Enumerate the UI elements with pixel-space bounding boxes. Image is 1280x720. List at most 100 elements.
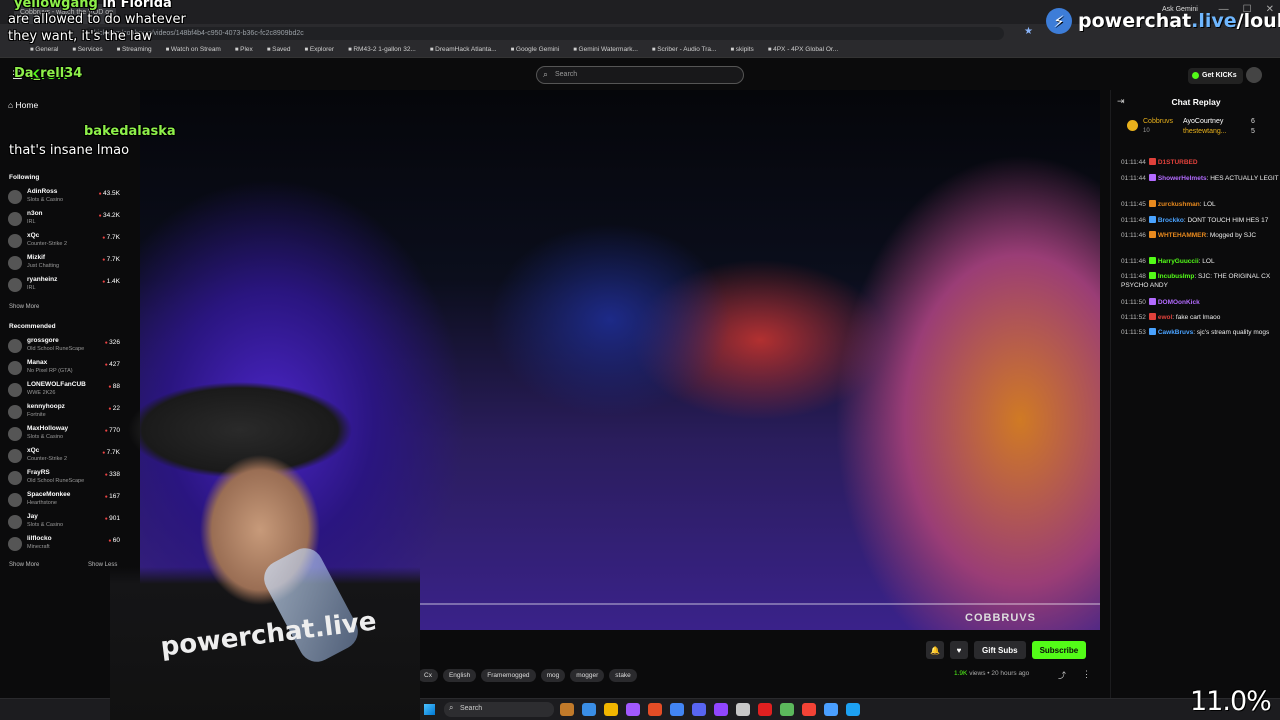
message-username[interactable]: CawkBruvs <box>1158 329 1193 336</box>
chat-message: 01:11:53 CawkBruvs: sjc's stream quality … <box>1121 328 1279 337</box>
channel-category: IRL <box>27 285 36 291</box>
sidebar-channel-row[interactable]: MaxHollowaySlots & Casino770 <box>8 424 122 446</box>
channel-category: Old School RuneScape <box>27 478 85 484</box>
message-username[interactable]: Brockko <box>1158 217 1184 224</box>
message-username[interactable]: ShowerHelmets <box>1158 175 1207 182</box>
viewer-count: 326 <box>105 339 120 346</box>
viewer-count: 34.2K <box>99 212 120 219</box>
show-more-recommended-button[interactable]: Show More <box>9 562 39 568</box>
taskbar-app-icon[interactable] <box>692 703 706 716</box>
tag-list: Cx English Framemogged mog mogger stake <box>418 669 637 682</box>
url-field[interactable]: kick.com/cobbruvs/videos/148bf4b4-c950-4… <box>84 27 1004 40</box>
taskbar-app-icon[interactable] <box>758 703 772 716</box>
sidebar-channel-row[interactable]: kennyhoopzFortnite22 <box>8 402 122 424</box>
taskbar-search[interactable]: Search <box>444 702 554 717</box>
gifter-name[interactable]: AyoCourtney <box>1183 118 1223 125</box>
sidebar-channel-row[interactable]: SpaceMonkeeHearthstone167 <box>8 490 122 512</box>
tag-chip[interactable]: Framemogged <box>481 669 536 682</box>
taskbar-app-icon[interactable] <box>736 703 750 716</box>
search-input[interactable]: Search <box>536 66 744 84</box>
sidebar-channel-row[interactable]: xQcCounter-Strike 27.7K <box>8 231 122 253</box>
gift-subs-button[interactable]: Gift Subs <box>974 641 1026 659</box>
message-username[interactable]: IncubusImp <box>1158 273 1194 280</box>
bookmark-star-icon[interactable]: ★ <box>1024 26 1033 37</box>
bookmark-item[interactable]: DreamHack Atlanta... <box>430 46 496 53</box>
sidebar-channel-row[interactable]: xQcCounter-Strike 27.7K <box>8 446 122 468</box>
bookmark-item[interactable]: 4PX - 4PX Global Or... <box>768 46 838 53</box>
channel-name: LONEWOLFanCUB <box>27 381 86 388</box>
channel-name: grossgore <box>27 337 59 344</box>
taskbar-app-icon[interactable] <box>780 703 794 716</box>
taskbar-app-icon[interactable] <box>802 703 816 716</box>
bookmark-item[interactable]: General <box>30 46 58 53</box>
channel-avatar <box>8 471 22 485</box>
message-username[interactable]: DOMOonKick <box>1158 299 1200 306</box>
get-kicks-button[interactable]: Get KICKs <box>1188 68 1243 84</box>
gifter-name[interactable]: Cobbruvs <box>1127 118 1173 131</box>
sidebar-item-home[interactable]: Home <box>8 100 39 110</box>
sidebar-channel-row[interactable]: n3on IRL 34.2K <box>8 209 122 231</box>
chat-panel: ⇥ Chat Replay Cobbruvs 10 AyoCourtney 6 … <box>1110 90 1280 720</box>
bookmark-item[interactable]: Streaming <box>117 46 152 53</box>
bookmark-item[interactable]: RM43-2 1-gallon 32... <box>348 46 416 53</box>
tag-chip[interactable]: stake <box>609 669 637 682</box>
chat-message: 01:11:48 IncubusImp: SJC: THE ORIGINAL CX… <box>1121 272 1279 290</box>
overlay-chat-line: they want, it's the law <box>8 29 153 44</box>
avatar[interactable] <box>1246 67 1262 83</box>
message-timestamp: 01:11:50 <box>1121 299 1146 306</box>
screen: Cobbruvs - watch the VOD on — ☐ ✕ kick.c… <box>0 0 1280 720</box>
bookmark-item[interactable]: Plex <box>235 46 253 53</box>
tag-chip[interactable]: mog <box>540 669 566 682</box>
sidebar-channel-row[interactable]: grossgore Old School RuneScape 326 <box>8 336 122 358</box>
taskbar-app-icon[interactable] <box>670 703 684 716</box>
bookmark-item[interactable]: skipits <box>730 46 754 53</box>
taskbar-app-icon[interactable] <box>582 703 596 716</box>
message-username[interactable]: ewol <box>1158 314 1172 321</box>
sidebar-channel-row[interactable]: FrayRSOld School RuneScape338 <box>8 468 122 490</box>
bookmark-item[interactable]: Saved <box>267 46 290 53</box>
message-text: LOL <box>1203 201 1216 208</box>
windows-start-icon[interactable] <box>424 704 435 715</box>
message-timestamp: 01:11:44 <box>1121 175 1146 182</box>
message-username[interactable]: zurckushman <box>1158 201 1200 208</box>
taskbar-app-icon[interactable] <box>626 703 640 716</box>
message-username[interactable]: HarryGuuccii <box>1158 258 1199 265</box>
subscriber-badge-icon <box>1148 216 1156 223</box>
follow-heart-icon[interactable]: ♥ <box>950 641 968 659</box>
bookmark-item[interactable]: Explorer <box>305 46 334 53</box>
bookmark-item[interactable]: Google Gemini <box>511 46 559 53</box>
message-username[interactable]: D1STURBED <box>1158 159 1198 166</box>
message-text: DONT TOUCH HIM HES 17 <box>1187 217 1269 224</box>
channel-name: Mizkif <box>27 254 46 261</box>
taskbar-app-icon[interactable] <box>604 703 618 716</box>
sidebar-channel-row[interactable]: Manax No Pixel RP (GTA) 427 <box>8 358 122 380</box>
show-more-following-button[interactable]: Show More <box>9 304 39 310</box>
gifter-name[interactable]: thestewtang... <box>1183 128 1227 135</box>
sidebar-channel-row[interactable]: ryanheinz IRL 1.4K <box>8 275 122 297</box>
overlay-chat-user: Da_rell34 <box>14 66 83 81</box>
more-options-icon[interactable]: ⋮ <box>1082 669 1091 680</box>
taskbar-app-icon[interactable] <box>648 703 662 716</box>
sidebar-channel-row[interactable]: LONEWOLFanCUBWWE 2K2688 <box>8 380 122 402</box>
sidebar-channel-row[interactable]: AdinRoss Slots & Casino 43.5K <box>8 187 122 209</box>
message-username[interactable]: WHTEHAMMER <box>1158 232 1206 239</box>
taskbar-app-icon[interactable] <box>714 703 728 716</box>
tag-chip[interactable]: Cx <box>418 669 438 682</box>
bookmark-item[interactable]: Services <box>72 46 103 53</box>
taskbar-app-icon[interactable] <box>560 703 574 716</box>
taskbar-app-icon[interactable] <box>846 703 860 716</box>
tag-chip[interactable]: English <box>442 669 477 682</box>
notification-bell-icon[interactable]: 🔔 <box>926 641 944 659</box>
tag-chip[interactable]: mogger <box>570 669 605 682</box>
bookmark-item[interactable]: Scriber - Audio Tra... <box>652 46 716 53</box>
sidebar-channel-row[interactable]: Mizkif Just Chatting 7.7K <box>8 253 122 275</box>
sidebar-channel-row[interactable]: lilflockoMinecraft60 <box>8 534 122 556</box>
bookmark-item[interactable]: Watch on Stream <box>166 46 221 53</box>
subscribe-button[interactable]: Subscribe <box>1031 641 1087 659</box>
bookmark-item[interactable]: Gemini Watermark... <box>573 46 638 53</box>
sidebar-channel-row[interactable]: JaySlots & Casino901 <box>8 512 122 534</box>
subscriber-badge-icon <box>1148 298 1156 305</box>
share-icon[interactable]: ⤴ <box>1058 670 1066 681</box>
ask-gemini-button[interactable]: Ask Gemini <box>1162 6 1198 13</box>
taskbar-app-icon[interactable] <box>824 703 838 716</box>
